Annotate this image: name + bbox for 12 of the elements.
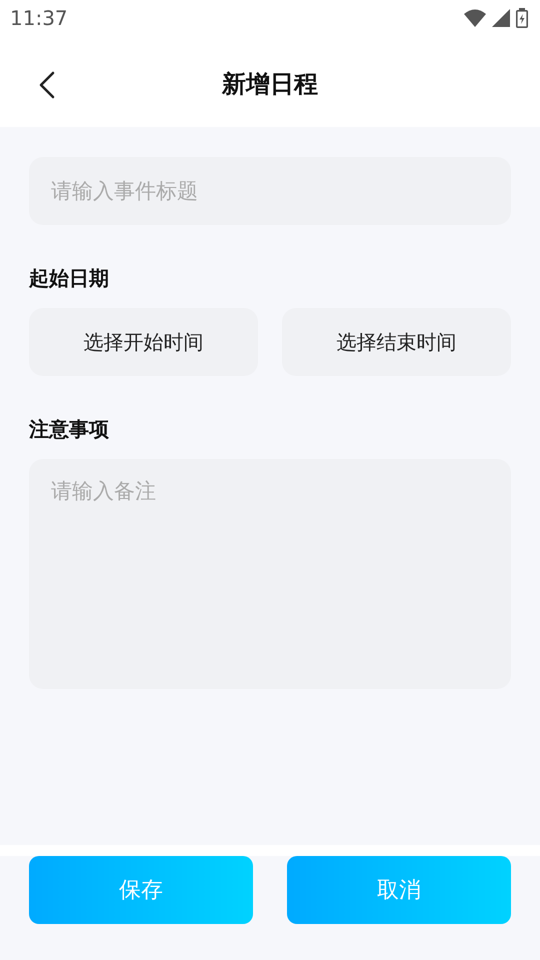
battery-icon	[516, 8, 528, 28]
page-title: 新增日程	[222, 68, 318, 100]
section-label: 注意事项	[29, 416, 110, 443]
time-picker-button[interactable]: 选择结束时间	[282, 308, 511, 376]
wifi-icon	[464, 9, 486, 27]
section-label: 起始日期	[29, 265, 110, 292]
signal-icon	[492, 9, 510, 27]
notes-input-field[interactable]: 请输入备注	[29, 459, 511, 689]
chevron-left-icon	[38, 70, 56, 100]
title-input-field[interactable]: 请输入事件标题	[29, 157, 511, 225]
status-time: 11:37	[10, 6, 68, 30]
time-picker-button[interactable]: 选择开始时间	[29, 308, 258, 376]
